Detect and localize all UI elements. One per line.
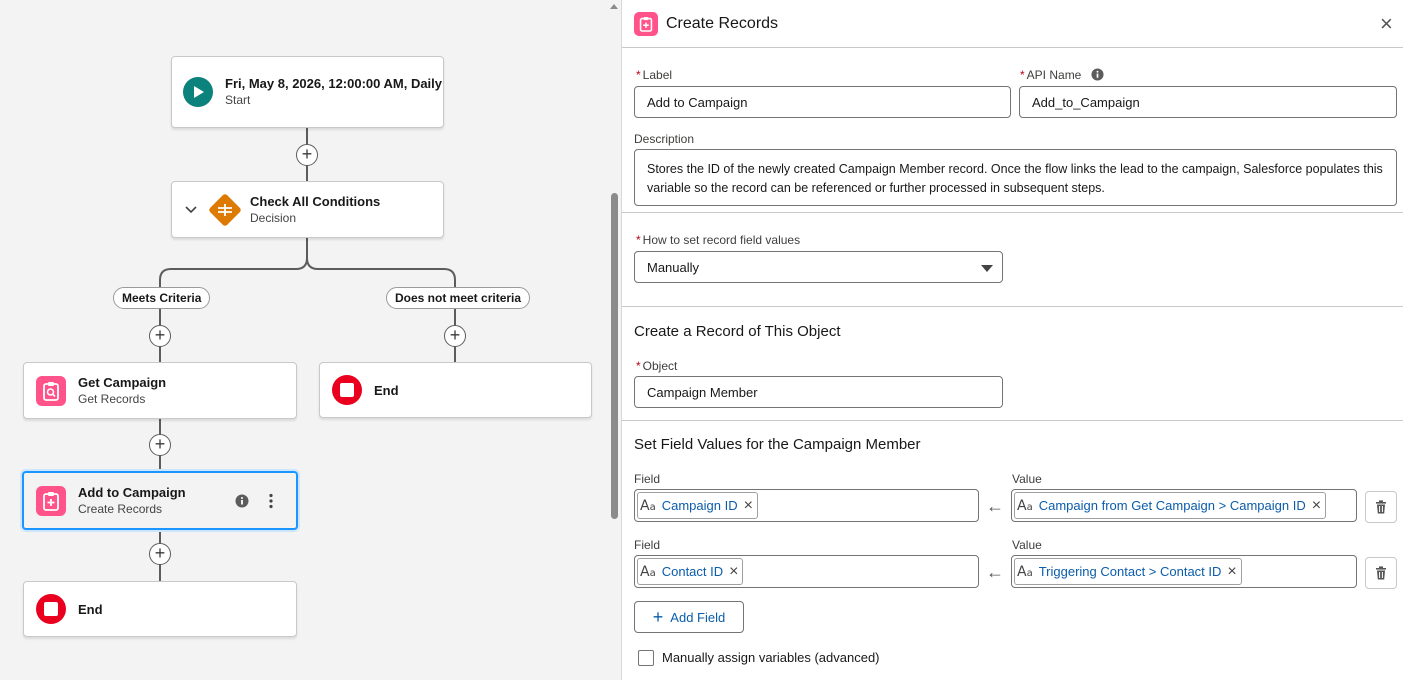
value-label: Value — [1012, 472, 1042, 486]
object-section-title: Create a Record of This Object — [634, 323, 841, 340]
start-node-title: Fri, May 8, 2026, 12:00:00 AM, Daily — [225, 76, 443, 91]
field-label: Field — [634, 472, 661, 486]
delete-row-button[interactable] — [1365, 491, 1397, 523]
create-records-icon — [36, 485, 66, 516]
how-to-set-field-label: * How to set record field values — [636, 233, 801, 247]
remove-pill-icon[interactable]: × — [744, 497, 753, 515]
add-to-campaign-node-subtitle: Create Records — [78, 501, 163, 516]
value-pill-label: Campaign from Get Campaign > Campaign ID — [1038, 498, 1306, 513]
manual-assign-label[interactable]: Manually assign variables (advanced) — [662, 650, 880, 665]
add-element-button[interactable]: + — [444, 325, 466, 347]
section-field-values: Set Field Values for the Campaign Member… — [622, 420, 1403, 680]
object-input[interactable]: Campaign Member — [634, 376, 1003, 408]
add-to-campaign-node-title: Add to Campaign — [78, 484, 186, 500]
chevron-down-icon[interactable] — [184, 205, 198, 214]
field-label: Field — [634, 538, 661, 552]
delete-row-button[interactable] — [1365, 557, 1397, 589]
value-input[interactable]: Aa Campaign from Get Campaign > Campaign… — [1011, 489, 1357, 522]
add-element-button[interactable]: + — [149, 325, 171, 347]
field-input[interactable]: Aa Campaign ID × — [634, 489, 979, 522]
field-pill-label: Campaign ID — [661, 498, 738, 513]
field-pill[interactable]: Aa Contact ID × — [637, 558, 744, 585]
section-general: * Label Add to Campaign * API Name Add_to_… — [622, 47, 1403, 212]
decision-node-title: Check All Conditions — [250, 193, 381, 209]
end-node-title: End — [374, 382, 399, 398]
api-name-input[interactable]: Add_to_Campaign — [1019, 86, 1397, 118]
api-name-field-label: * API Name — [1020, 68, 1104, 84]
value-pill-label: Triggering Contact > Contact ID — [1038, 564, 1222, 579]
plus-icon: + — [652, 607, 664, 627]
description-textarea[interactable]: Stores the ID of the newly created Campa… — [634, 149, 1397, 206]
panel-title: Create Records — [666, 15, 779, 32]
section-how-to-set: * How to set record field values Manually — [622, 212, 1403, 307]
field-values-title: Set Field Values for the Campaign Member — [634, 436, 921, 453]
field-input[interactable]: Aa Contact ID × — [634, 555, 979, 588]
add-field-label: Add Field — [670, 609, 726, 625]
branch-label-does-not-meet-criteria[interactable]: Does not meet criteria — [386, 287, 531, 309]
description-text: Stores the ID of the newly created Campa… — [647, 162, 1383, 195]
close-icon[interactable]: × — [1380, 12, 1393, 36]
add-to-campaign-node[interactable]: Add to Campaign Create Records — [22, 471, 298, 530]
object-field-label: * Object — [636, 359, 678, 373]
label-input[interactable]: Add to Campaign — [634, 86, 1011, 118]
info-icon[interactable] — [1091, 68, 1104, 84]
how-to-set-select[interactable]: Manually — [634, 251, 1003, 283]
how-to-set-selected-value: Manually — [647, 259, 700, 275]
scrollbar-thumb[interactable] — [611, 193, 618, 519]
start-node[interactable]: Fri, May 8, 2026, 12:00:00 AM, Daily Sta… — [171, 56, 444, 128]
trash-icon — [1376, 566, 1386, 580]
label-field-label: * Label — [636, 68, 673, 82]
add-field-button[interactable]: + Add Field — [634, 601, 744, 633]
end-node-right[interactable]: End — [319, 362, 592, 418]
field-pill[interactable]: Aa Campaign ID × — [637, 492, 758, 519]
info-icon[interactable] — [235, 494, 249, 513]
play-icon — [183, 77, 213, 107]
end-node-bottom[interactable]: End — [23, 581, 297, 637]
more-actions-icon[interactable] — [267, 493, 275, 514]
get-campaign-node[interactable]: Get Campaign Get Records — [23, 362, 297, 419]
properties-panel: Create Records × * Label Add to Campaign … — [622, 0, 1403, 680]
end-node-title: End — [78, 601, 103, 617]
manual-assign-checkbox[interactable] — [638, 650, 654, 666]
add-element-button[interactable]: + — [149, 434, 171, 456]
start-node-subtitle: Start — [225, 93, 251, 107]
get-campaign-node-title: Get Campaign — [78, 374, 167, 390]
value-pill[interactable]: Aa Campaign from Get Campaign > Campaign… — [1014, 492, 1327, 519]
stop-icon — [332, 375, 362, 405]
remove-pill-icon[interactable]: × — [1312, 497, 1321, 515]
panel-header-icon — [634, 12, 658, 36]
text-type-icon: Aa — [1017, 497, 1033, 514]
scroll-up-arrow-icon[interactable] — [610, 4, 618, 9]
add-element-button[interactable]: + — [296, 144, 318, 166]
decision-icon — [206, 191, 244, 229]
panel-scrollbar[interactable] — [608, 0, 622, 680]
decision-node[interactable]: Check All Conditions Decision — [171, 181, 444, 238]
flow-canvas[interactable]: Fri, May 8, 2026, 12:00:00 AM, Daily Sta… — [0, 0, 608, 680]
stop-icon — [36, 594, 66, 624]
arrow-left-icon: ← — [986, 496, 1004, 516]
value-pill[interactable]: Aa Triggering Contact > Contact ID × — [1014, 558, 1242, 585]
remove-pill-icon[interactable]: × — [1227, 563, 1236, 581]
value-input[interactable]: Aa Triggering Contact > Contact ID × — [1011, 555, 1357, 588]
text-type-icon: Aa — [1017, 563, 1033, 580]
field-pill-label: Contact ID — [661, 564, 724, 579]
get-records-icon — [36, 375, 66, 406]
remove-pill-icon[interactable]: × — [729, 563, 738, 581]
section-object: Create a Record of This Object * Object C… — [622, 306, 1403, 421]
decision-node-subtitle: Decision — [250, 210, 297, 225]
text-type-icon: Aa — [640, 563, 656, 580]
text-type-icon: Aa — [640, 497, 656, 514]
add-element-button[interactable]: + — [149, 543, 171, 565]
description-field-label: Description — [634, 132, 695, 146]
value-label: Value — [1012, 538, 1042, 552]
caret-down-icon — [981, 265, 993, 272]
trash-icon — [1376, 500, 1386, 514]
branch-label-meets-criteria[interactable]: Meets Criteria — [113, 287, 211, 309]
arrow-left-icon: ← — [986, 562, 1004, 582]
get-campaign-node-subtitle: Get Records — [78, 391, 146, 406]
